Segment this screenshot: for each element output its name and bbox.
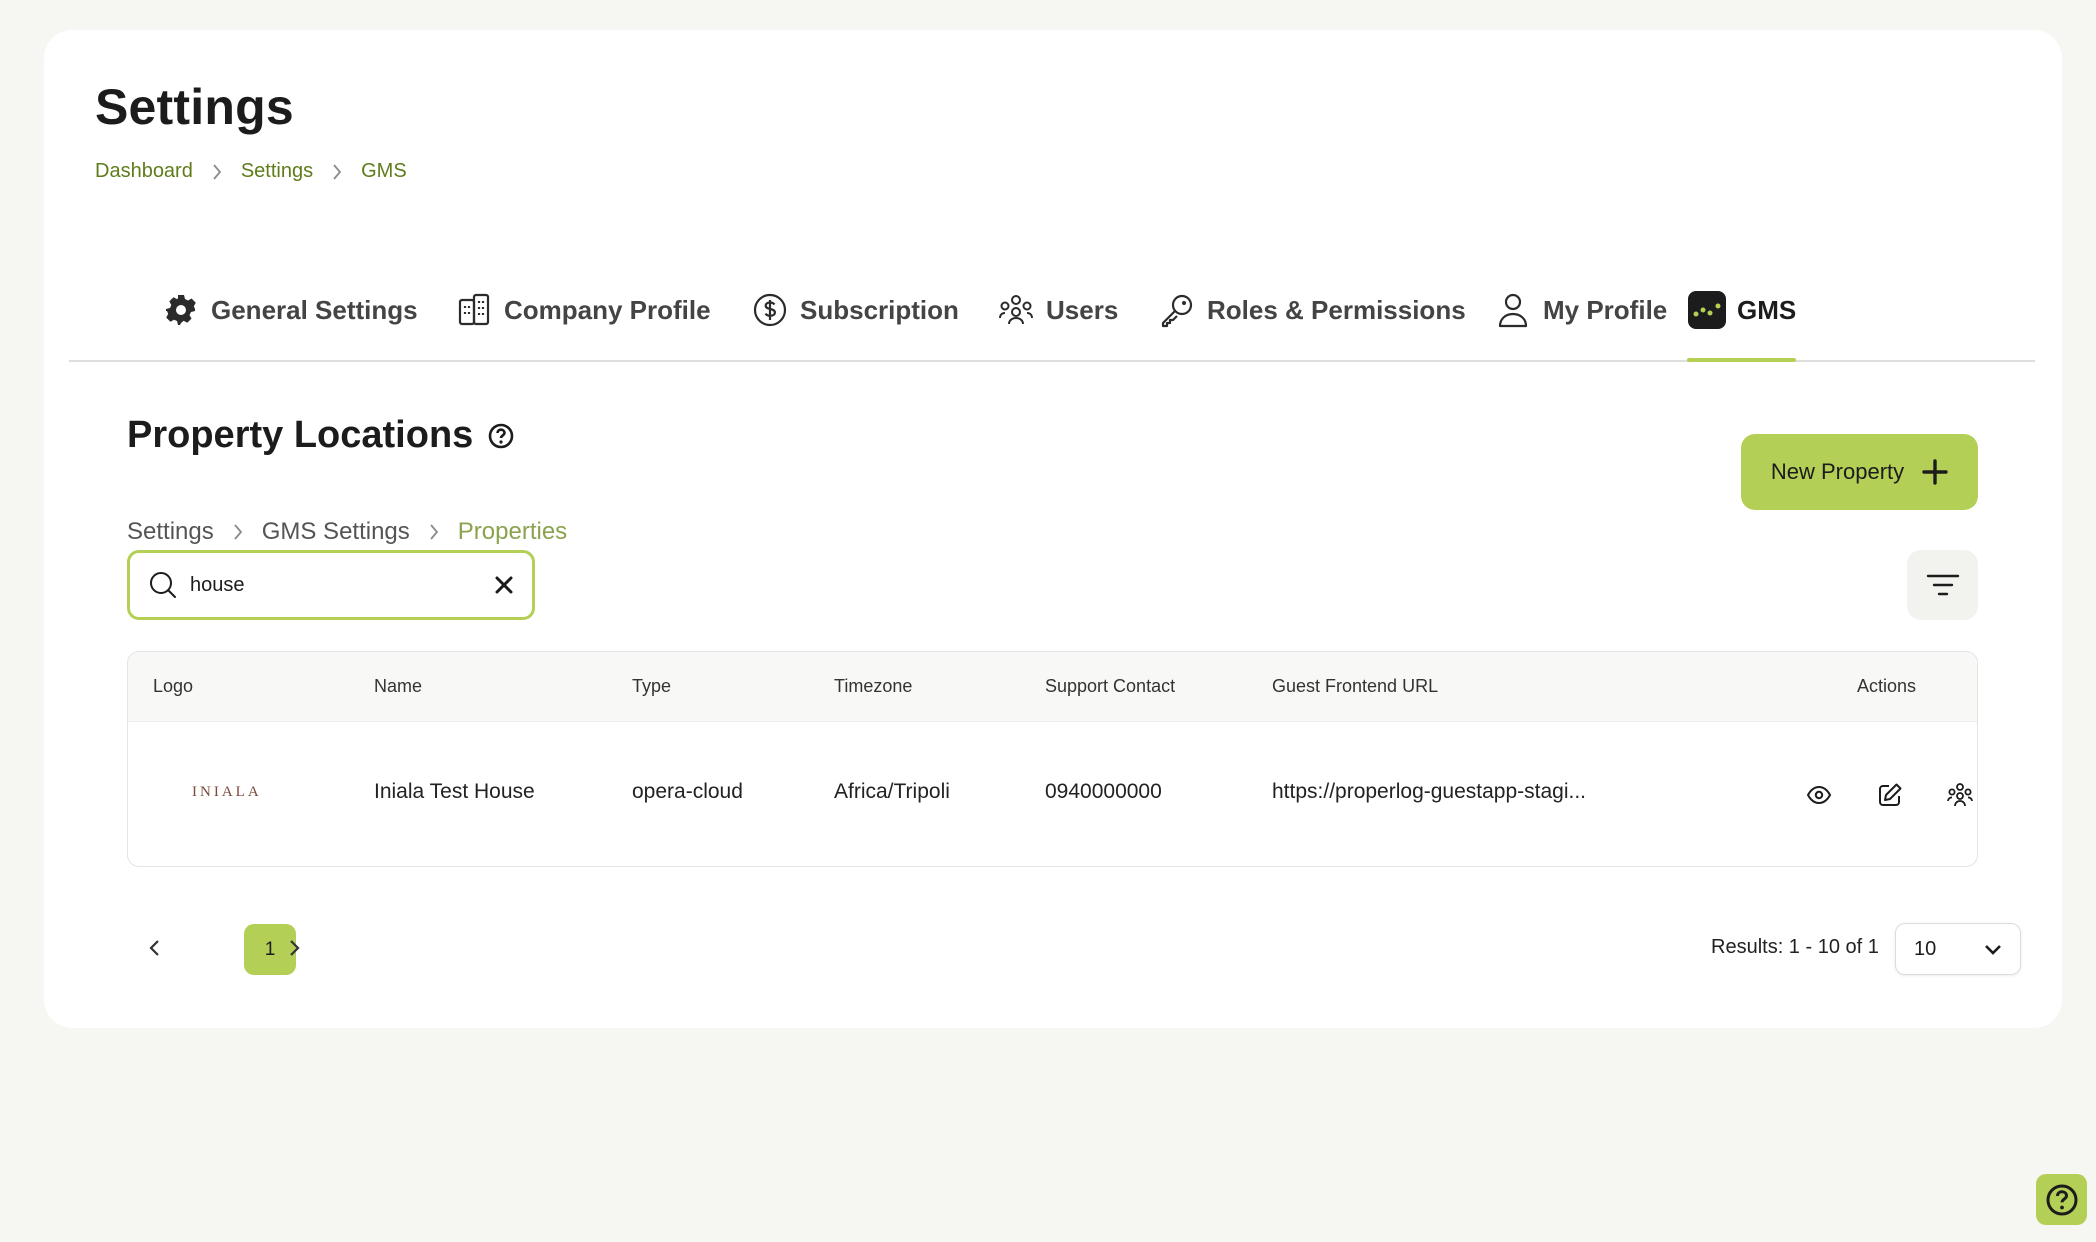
key-icon [1157,290,1197,330]
tab-company-profile[interactable]: Company Profile [454,260,711,360]
breadcrumb-gms-settings[interactable]: GMS Settings [262,518,410,546]
breadcrumb-properties: Properties [457,518,568,545]
table-row[interactable]: INIALA Iniala Test House opera-cloud Afr… [128,722,1977,866]
search-icon [148,570,178,600]
search-input[interactable] [190,573,494,597]
filter-icon [1926,573,1960,597]
tab-label: Company Profile [504,294,711,325]
new-property-button[interactable]: New Property [1741,434,1978,510]
property-timezone: Africa/Tripoli [834,780,950,803]
column-header: Type [632,676,672,696]
per-page-select[interactable]: 10 [1895,923,2021,975]
settings-tabs: General Settings Company Profile Subscri… [69,260,2035,362]
users-icon [996,290,1036,330]
tab-users[interactable]: Users [996,260,1118,360]
help-circle-icon [2044,1182,2080,1218]
chevron-left-icon[interactable] [140,928,170,968]
user-icon [1493,290,1533,330]
tab-label: General Settings [211,294,418,325]
tab-label: Roles & Permissions [1207,294,1466,325]
tab-my-profile[interactable]: My Profile [1493,260,1667,360]
tab-gms[interactable]: GMS [1687,260,1797,362]
column-header: Support Contact [1045,676,1176,696]
tab-label: Users [1046,294,1119,325]
column-header: Actions [1857,676,1917,696]
column-header: Guest Frontend URL [1272,676,1439,696]
plus-icon [1922,459,1948,485]
gear-icon [161,290,201,330]
per-page-value: 10 [1914,937,1937,960]
breadcrumb-gms[interactable]: GMS [361,160,407,183]
section-title: Property Locations [127,414,474,456]
property-support-contact: 0940000000 [1045,780,1162,803]
property-logo: INIALA [192,784,262,800]
tab-general-settings[interactable]: General Settings [161,260,418,360]
results-count: Results: 1 - 10 of 1 [1711,936,1879,958]
settings-card: Settings Dashboard Settings GMS General … [44,30,2062,1028]
chevron-right-icon [232,522,244,542]
chevron-right-icon [211,163,223,181]
column-header: Name [374,676,423,696]
section-breadcrumb: Settings GMS Settings Properties [127,518,567,546]
column-header: Timezone [834,676,913,696]
property-name: Iniala Test House [374,780,535,803]
building-icon [454,290,494,330]
close-icon[interactable] [494,575,514,595]
chevron-right-icon [428,522,440,542]
help-button[interactable] [2036,1174,2087,1225]
breadcrumb-settings[interactable]: Settings [127,518,214,546]
tab-label: Subscription [800,294,959,325]
gms-logo-icon [1687,290,1727,330]
properties-table: Logo Name Type Timezone Support Contact … [127,651,1978,867]
column-header: Logo [153,676,194,696]
tab-label: My Profile [1543,294,1668,325]
page-title: Settings [95,79,294,135]
tab-subscription[interactable]: Subscription [750,260,959,360]
edit-icon[interactable] [1875,780,1905,810]
breadcrumb: Dashboard Settings GMS [95,160,407,183]
table-header: Logo Name Type Timezone Support Contact … [128,652,1977,722]
tab-label: GMS [1737,294,1797,325]
chevron-right-icon[interactable] [279,928,309,968]
breadcrumb-dashboard[interactable]: Dashboard [95,160,193,183]
users-group-icon[interactable] [1945,780,1975,810]
tab-roles-permissions[interactable]: Roles & Permissions [1157,260,1466,360]
dollar-circle-icon [750,290,790,330]
filter-button[interactable] [1907,550,1978,620]
breadcrumb-settings[interactable]: Settings [241,160,313,183]
help-circle-icon[interactable] [487,422,515,450]
view-eye-icon[interactable] [1804,780,1834,810]
chevron-right-icon [331,163,343,181]
new-property-label: New Property [1770,459,1905,484]
property-guest-url: https://properlog-guestapp-stagi... [1272,780,1587,803]
chevron-down-icon [1984,943,2002,955]
section-header: Property Locations [127,414,515,457]
search-box [127,550,535,620]
property-type: opera-cloud [632,780,743,803]
